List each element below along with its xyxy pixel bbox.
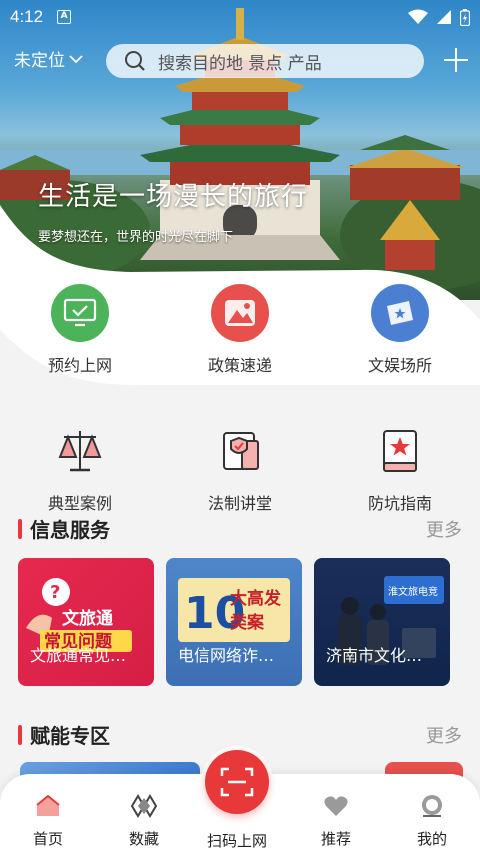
card-title: 电信网络诈… <box>178 646 275 665</box>
info-card[interactable]: 10 大高发 类案 电信网络诈… <box>166 558 302 686</box>
nav-label: 首页 <box>32 830 63 848</box>
status-bar: 4:12 A <box>0 0 480 34</box>
ticket-icon <box>371 284 429 342</box>
fraud-poster: 10 大高发 类案 <box>178 578 290 642</box>
service-entertainment-venues[interactable]: 文娱场所 <box>320 284 480 376</box>
faq-poster: ? 文旅通 常见问题 <box>26 578 132 652</box>
nav-recommend[interactable]: 推荐 <box>288 774 384 853</box>
collection-icon <box>130 794 158 818</box>
nav-label: 推荐 <box>320 830 351 848</box>
wifi-icon <box>408 9 428 24</box>
service-label: 文娱场所 <box>367 356 432 375</box>
service-label: 典型案例 <box>47 494 112 513</box>
scales-icon <box>51 422 109 480</box>
empower-section-header: 赋能专区 <box>18 720 110 749</box>
nav-profile[interactable]: 我的 <box>384 774 480 853</box>
service-label: 法制讲堂 <box>207 494 272 513</box>
service-typical-cases[interactable]: 典型案例 <box>0 422 160 514</box>
service-anti-scam-guide[interactable]: 防坑指南 <box>320 422 480 514</box>
esports-photo: 淮文旅电竞 <box>338 576 444 665</box>
service-policy-express[interactable]: 政策速递 <box>160 284 320 376</box>
poster-line: 大高发 <box>230 588 282 609</box>
service-booking-online[interactable]: 预约上网 <box>0 284 160 376</box>
section-accent-bar <box>18 518 22 539</box>
service-row-secondary: 典型案例 法制讲堂 防坑指南 <box>0 422 480 514</box>
info-card[interactable]: ? 文旅通 常见问题 文旅通常见… <box>18 558 154 686</box>
scan-icon <box>205 750 269 814</box>
poster-badge: ? <box>50 582 60 603</box>
empower-more-link[interactable]: 更多 <box>426 722 462 748</box>
signal-icon <box>437 10 451 24</box>
service-legal-lecture[interactable]: 法制讲堂 <box>160 422 320 514</box>
info-card[interactable]: 淮文旅电竞 济南市文化… <box>314 558 450 686</box>
battery-icon <box>460 8 470 26</box>
service-label: 预约上网 <box>47 356 112 375</box>
nav-label-scan: 扫码上网 <box>206 832 267 850</box>
poster-line: 淮文旅电竞 <box>388 585 438 598</box>
section-title: 赋能专区 <box>30 724 110 748</box>
status-time: 4:12 <box>10 7 44 26</box>
monitor-icon <box>51 284 109 342</box>
nav-label: 我的 <box>416 830 447 848</box>
heart-icon <box>324 796 348 816</box>
info-more-link[interactable]: 更多 <box>426 516 462 542</box>
service-label: 政策速递 <box>207 356 272 375</box>
star-book-icon <box>371 422 429 480</box>
nav-collection[interactable]: 数藏 <box>96 774 192 853</box>
scan-button[interactable] <box>201 746 273 818</box>
image-icon <box>211 284 269 342</box>
card-title: 济南市文化… <box>326 646 423 665</box>
section-title: 信息服务 <box>30 518 110 542</box>
section-accent-bar <box>18 724 22 745</box>
notification-a-icon: A <box>57 10 72 24</box>
poster-line: 类案 <box>230 612 265 633</box>
nav-home[interactable]: 首页 <box>0 774 96 853</box>
card-title: 文旅通常见… <box>30 646 127 665</box>
nav-label: 数藏 <box>128 830 159 848</box>
profile-icon <box>422 795 442 817</box>
service-label: 防坑指南 <box>367 494 432 513</box>
service-row-primary: 预约上网 政策速递 文娱场所 <box>0 284 480 376</box>
info-section-header: 信息服务 <box>18 514 110 543</box>
shield-book-icon <box>211 422 269 480</box>
info-cards: ? 文旅通 常见问题 文旅通常见… 10 大高发 类案 电信网络诈… 淮文旅电竞… <box>18 558 450 686</box>
home-icon <box>36 794 60 816</box>
poster-line: 文旅通 <box>62 608 113 629</box>
